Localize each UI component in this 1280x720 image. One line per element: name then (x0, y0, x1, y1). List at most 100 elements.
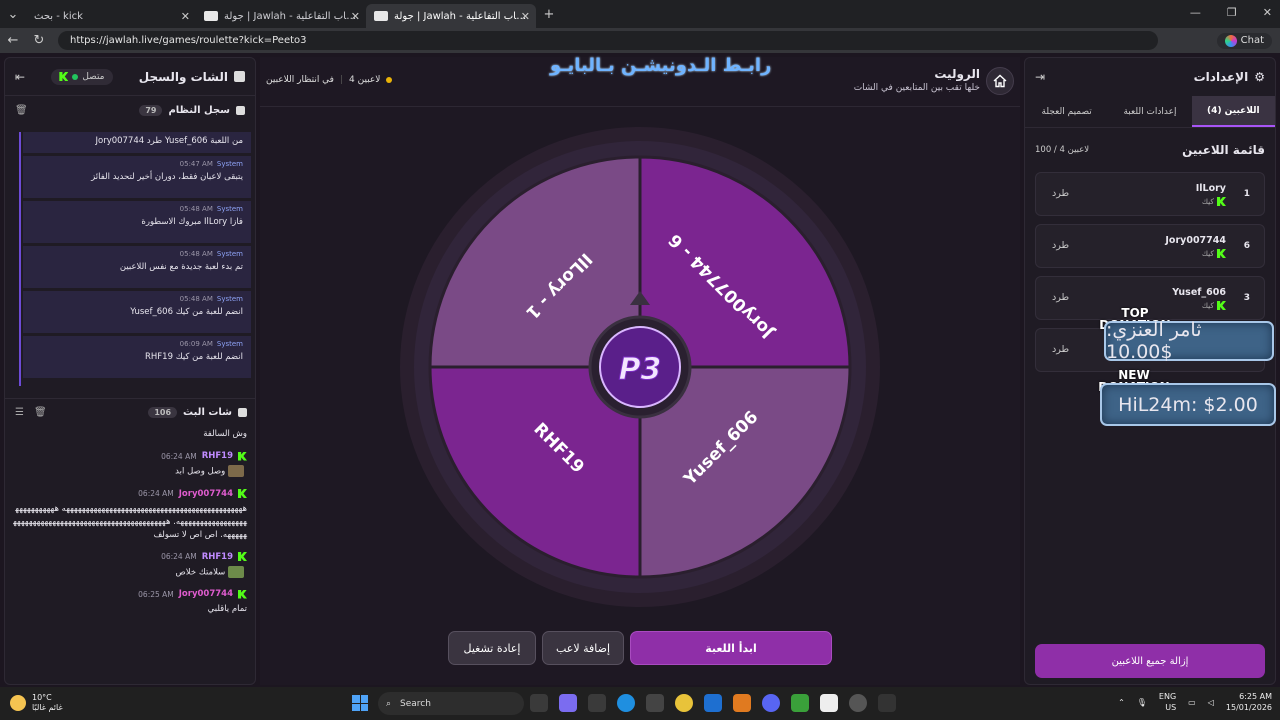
app-icon[interactable] (820, 694, 838, 712)
back-icon[interactable]: ← (0, 33, 26, 48)
log-entry: Jory007744 طرد Yusef_606 من اللعبة (23, 132, 251, 154)
browser-tab-1[interactable]: بحث - kick ✕ (26, 4, 196, 28)
chat-username[interactable]: RHF19 (202, 451, 233, 461)
chat-message: 06:24 AM Jory007744 ههههههههههههههههههههه… (13, 489, 247, 542)
obs-icon[interactable] (849, 694, 867, 712)
close-window-icon[interactable]: ✕ (1263, 6, 1272, 19)
kick-player-button[interactable]: طرد (1052, 292, 1069, 303)
roulette-wheel[interactable]: IlLory - 1 Jory007744 - 6 Yusef_606 RHF19 P… (398, 125, 882, 609)
minimize-icon[interactable]: — (1190, 6, 1201, 19)
kick-player-button[interactable]: طرد (1052, 240, 1069, 251)
clock[interactable]: 6:25 AM 15/01/2026 (1226, 691, 1272, 713)
edge-icon[interactable] (617, 694, 635, 712)
collapse-panel-icon[interactable]: ⇤ (15, 70, 25, 84)
filter-icon[interactable]: ☰ (15, 407, 24, 418)
remove-all-players-button[interactable]: إزالة جميع اللاعبين (1035, 644, 1265, 678)
network-icon[interactable]: ▭ (1188, 698, 1196, 707)
kick-player-button[interactable]: طرد (1052, 188, 1069, 199)
kick-icon (238, 589, 247, 599)
source-text: كيك (1201, 301, 1214, 310)
home-button[interactable] (986, 67, 1014, 95)
vlc-icon[interactable] (733, 694, 751, 712)
restart-button[interactable]: إعادة تشغيل (448, 631, 536, 665)
tab-list-chevron-icon[interactable]: ⌄ (0, 7, 26, 22)
volume-icon[interactable]: ◁ (1208, 698, 1214, 707)
search-icon: ⌕ (386, 698, 392, 709)
stream-chat-section: ☰ 🗑 106 شات البث (5, 398, 255, 426)
chat-message: 06:25 AM Jory007744 تمام ياقلبي (13, 589, 247, 616)
trash-icon[interactable]: 🗑 (15, 105, 28, 116)
chat-text: هههههههههههههههههههههههههههههههههههههههه… (13, 503, 247, 540)
kick-icon (238, 489, 247, 498)
add-player-button[interactable]: إضافة لاعب (542, 631, 624, 665)
chevron-up-icon[interactable]: ⌃ (1118, 698, 1125, 707)
refresh-icon[interactable]: ↻ (26, 33, 52, 48)
weather-widget[interactable]: 10°C غائم غالبًا (10, 693, 63, 713)
top-donation-value: ثامر العنزي: $10.00 (1106, 319, 1202, 363)
emote-icon (228, 565, 244, 578)
folder-icon[interactable] (646, 694, 664, 712)
game-area: رابـط الـدونيشـن بـالبايـو في انتظار الل… (260, 55, 1020, 685)
waiting-text: في انتظار اللاعبين (266, 75, 334, 85)
url-text: https://jawlah.live/games/roulette?kick=… (70, 35, 307, 46)
stream-chat-header: ☰ 🗑 106 شات البث (5, 398, 255, 426)
restore-icon[interactable]: ❐ (1227, 6, 1237, 19)
tab-game-settings[interactable]: إعدادات اللعبة (1108, 96, 1191, 127)
collapse-panel-icon[interactable]: ⇥ (1035, 70, 1045, 84)
microphone-icon[interactable]: 🎙 (1137, 698, 1147, 707)
log-time: 05:48 AM (179, 250, 213, 258)
trash-icon[interactable]: 🗑 (34, 407, 47, 418)
players-list-title: قائمة اللاعبين (1182, 143, 1265, 157)
minecraft-icon[interactable] (791, 694, 809, 712)
chrome-icon[interactable] (675, 694, 693, 712)
task-view-icon[interactable] (530, 694, 548, 712)
lang-text: ENG (1158, 692, 1177, 701)
players-list-header: 100 / 4 لاعبين قائمة اللاعبين (1025, 128, 1275, 172)
tab-wheel-design[interactable]: تصميم العجلة (1025, 96, 1108, 127)
copilot-icon[interactable] (559, 694, 577, 712)
chat-username[interactable]: Jory007744 (179, 589, 233, 599)
wheel-svg: IlLory - 1 Jory007744 - 6Yusef_606RHF19 P… (400, 127, 880, 607)
browser-tab-2[interactable]: جولة | Jawlah - منصة الألعاب التفاعلية ✕ (196, 4, 366, 28)
windows-start-icon[interactable] (352, 695, 368, 711)
tab-players[interactable]: اللاعبين (4) (1191, 96, 1275, 127)
kick-player-button[interactable]: طرد (1052, 344, 1069, 355)
chat-time: 06:25 AM (138, 589, 174, 599)
chat-log-panel: ⇤ متصل الشات والسجل 🗑 79 سجل النظام Jory… (4, 57, 256, 685)
app-icon[interactable] (878, 694, 896, 712)
stream-chat-count: 106 (148, 407, 178, 418)
start-game-button[interactable]: ابدأ اللعبة (630, 631, 832, 665)
player-number: 6 (1243, 241, 1250, 251)
taskbar-search[interactable]: ⌕ Search (378, 692, 524, 715)
stream-chat-title: شات البث (183, 407, 232, 418)
language-indicator[interactable]: ENG US (1159, 691, 1176, 713)
log-text: مبروك الاسطورة IlLory فازا (141, 217, 243, 227)
system-log-header: 🗑 79 سجل النظام (5, 96, 255, 124)
url-field[interactable]: https://jawlah.live/games/roulette?kick=… (58, 31, 1158, 50)
log-entry: 05:48 AM System تم بدء لعبة جديدة مع نفس … (23, 246, 251, 289)
browser-tab-3[interactable]: جولة | Jawlah - منصة الألعاب التفاعلية ✕ (366, 4, 536, 28)
tab-title: جولة | Jawlah - منصة الألعاب التفاعلية (224, 10, 358, 22)
panel-title-text: الشات والسجل (138, 69, 228, 84)
kick-icon (238, 451, 247, 461)
chat-time: 06:24 AM (161, 552, 197, 561)
chat-username[interactable]: Jory007744 (179, 489, 233, 499)
discord-icon[interactable] (762, 694, 780, 712)
settings-app-icon[interactable] (588, 694, 606, 712)
mail-icon[interactable] (704, 694, 722, 712)
game-header: رابـط الـدونيشـن بـالبايـو في انتظار الل… (260, 55, 1020, 107)
log-sender: System (216, 250, 243, 258)
player-name: Yusef_606 (1172, 287, 1226, 298)
stream-chat-list: وش السالفة 06:24 AM RHF19 وصل وصل ابد 06:… (5, 428, 255, 684)
close-icon[interactable]: ✕ (351, 10, 360, 23)
new-tab-icon[interactable]: + (536, 7, 562, 22)
player-status-info: في انتظار اللاعبين | 4 لاعبين (266, 75, 393, 85)
tab-title: بحث - kick (34, 10, 83, 22)
chat-username[interactable]: RHF19 (202, 552, 233, 562)
copilot-chat-button[interactable]: Chat (1216, 32, 1272, 49)
close-icon[interactable]: ✕ (181, 10, 190, 23)
log-text: RHF19 انضم للعبة من كيك (144, 352, 243, 362)
chat-text: سلامتك خلاص (175, 567, 226, 577)
close-icon[interactable]: ✕ (521, 10, 530, 23)
chat-label: Chat (1240, 35, 1264, 46)
